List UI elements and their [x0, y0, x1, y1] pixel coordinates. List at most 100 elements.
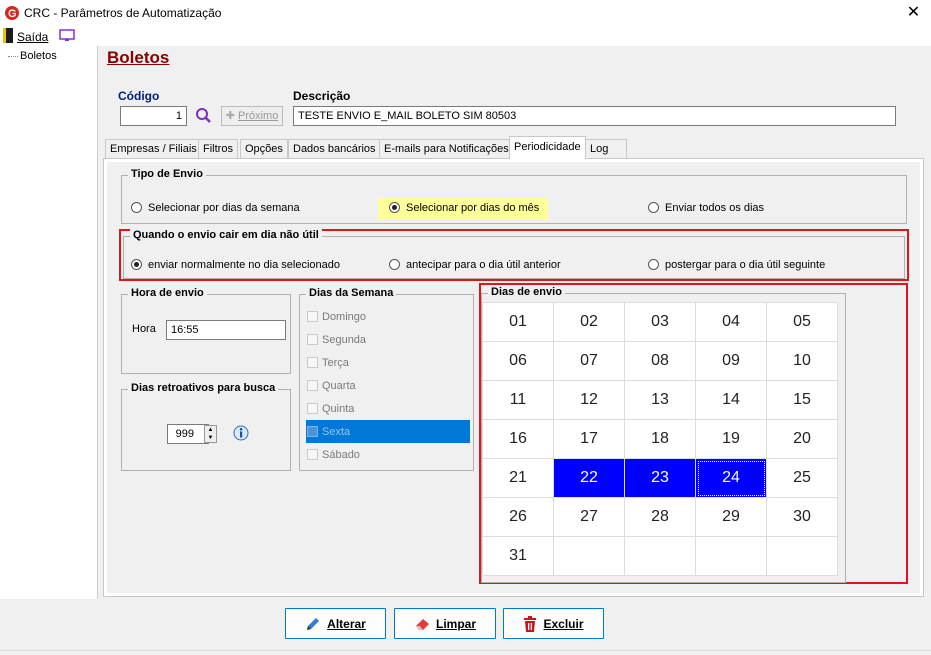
checkbox-label: Quinta [322, 403, 355, 415]
day-cell-07[interactable]: 07 [554, 342, 625, 381]
checkbox-domingo[interactable]: Domingo [307, 311, 366, 323]
day-cell-25[interactable]: 25 [767, 459, 838, 498]
limpar-label: Limpar [435, 616, 476, 631]
hora-envio-title: Hora de envio [128, 287, 207, 299]
info-icon[interactable] [233, 425, 249, 441]
day-cell-22[interactable]: 22 [554, 459, 625, 498]
radio-label: Selecionar por dias da semana [148, 202, 300, 214]
day-cell-14[interactable]: 14 [696, 381, 767, 420]
tree-item-boletos[interactable]: Boletos [20, 50, 57, 62]
day-cell-08[interactable]: 08 [625, 342, 696, 381]
day-cell-12[interactable]: 12 [554, 381, 625, 420]
code-input[interactable]: 1 [120, 106, 187, 126]
radio-label: antecipar para o dia útil anterior [406, 259, 561, 271]
radio-label: postergar para o dia útil seguinte [665, 259, 826, 271]
checkbox-label: Sábado [322, 449, 360, 461]
spinner-button[interactable]: ▲ ▼ [204, 425, 217, 443]
radio-dias-semana[interactable]: Selecionar por dias da semana [131, 202, 300, 214]
search-icon[interactable] [194, 107, 214, 125]
checkbox-sabado[interactable]: Sábado [307, 449, 360, 461]
day-cell-05[interactable]: 05 [767, 303, 838, 342]
day-cell-30[interactable]: 30 [767, 498, 838, 537]
description-input[interactable]: TESTE ENVIO E_MAIL BOLETO SIM 80503 [293, 106, 896, 126]
alterar-button[interactable]: Alterar [285, 608, 386, 639]
app-logo-icon: G [5, 6, 19, 20]
radio-todos-dias[interactable]: Enviar todos os dias [648, 202, 764, 214]
radio-antecipar[interactable]: antecipar para o dia útil anterior [389, 259, 561, 271]
checkbox-terca[interactable]: Terça [307, 357, 349, 369]
radio-dias-mes[interactable]: Selecionar por dias do mês [389, 202, 539, 214]
checkbox-quinta[interactable]: Quinta [307, 403, 354, 415]
day-cell-23[interactable]: 23 [625, 459, 696, 498]
svg-text:G: G [8, 8, 17, 20]
tab-opcoes[interactable]: Opções [240, 139, 288, 158]
hora-label: Hora [132, 323, 156, 335]
day-cell-15[interactable]: 15 [767, 381, 838, 420]
day-cell-16[interactable]: 16 [483, 420, 554, 459]
checkbox-box [307, 403, 318, 414]
tree-connector [8, 56, 18, 57]
tab-emails-notificacoes[interactable]: E-mails para Notificações [379, 139, 514, 158]
tab-log[interactable]: Log [585, 139, 627, 158]
day-cell-20[interactable]: 20 [767, 420, 838, 459]
day-cell-31[interactable]: 31 [483, 537, 554, 576]
exit-door-icon[interactable] [3, 28, 13, 43]
hora-input[interactable]: 16:55 [166, 320, 286, 340]
checkbox-box [307, 449, 318, 460]
radio-dot [648, 202, 659, 213]
checkbox-segunda[interactable]: Segunda [307, 334, 366, 346]
menu-bar: Saída [0, 27, 931, 46]
radio-dot-selected [389, 202, 400, 213]
day-cell-29[interactable]: 29 [696, 498, 767, 537]
day-cell-19[interactable]: 19 [696, 420, 767, 459]
checkbox-box [307, 357, 318, 368]
tab-dados-bancarios[interactable]: Dados bancários [288, 139, 381, 158]
day-cell-27[interactable]: 27 [554, 498, 625, 537]
excluir-button[interactable]: Excluir [503, 608, 604, 639]
day-cell-09[interactable]: 09 [696, 342, 767, 381]
limpar-button[interactable]: Limpar [394, 608, 496, 639]
radio-label: enviar normalmente no dia selecionado [148, 259, 341, 271]
next-button-label: Próximo [237, 110, 279, 122]
checkbox-box [307, 380, 318, 391]
day-cell-02[interactable]: 02 [554, 303, 625, 342]
day-cell-28[interactable]: 28 [625, 498, 696, 537]
next-button[interactable]: ✚ Próximo [221, 106, 283, 126]
tab-empresas-filiais[interactable]: Empresas / Filiais [105, 139, 202, 158]
checkbox-label: Segunda [322, 334, 367, 346]
dias-envio-title: Dias de envio [488, 286, 565, 298]
radio-dot [648, 259, 659, 270]
dias-retroativos-input[interactable]: 999 [167, 424, 209, 444]
checkbox-sexta[interactable]: Sexta [307, 426, 350, 438]
day-cell-06[interactable]: 06 [483, 342, 554, 381]
menu-exit-label: Saída [17, 30, 49, 44]
spin-up-icon[interactable]: ▲ [205, 426, 216, 434]
tipo-envio-title: Tipo de Envio [128, 168, 206, 180]
monitor-icon[interactable] [59, 29, 75, 42]
day-cell-03[interactable]: 03 [625, 303, 696, 342]
radio-enviar-normalmente[interactable]: enviar normalmente no dia selecionado [131, 259, 340, 271]
day-cell-01[interactable]: 01 [483, 303, 554, 342]
checkbox-quarta[interactable]: Quarta [307, 380, 356, 392]
day-cell-11[interactable]: 11 [483, 381, 554, 420]
spin-down-icon[interactable]: ▼ [205, 434, 216, 442]
day-cell-17[interactable]: 17 [554, 420, 625, 459]
close-button[interactable]: ✕ [896, 0, 931, 27]
day-cell-18[interactable]: 18 [625, 420, 696, 459]
day-cell-26[interactable]: 26 [483, 498, 554, 537]
checkbox-label: Terça [322, 357, 349, 369]
day-cell-10[interactable]: 10 [767, 342, 838, 381]
description-label: Descrição [293, 89, 351, 103]
menu-exit[interactable]: Saída [17, 30, 48, 44]
tab-periodicidade[interactable]: Periodicidade [509, 136, 586, 159]
radio-label: Selecionar por dias do mês [406, 202, 540, 214]
day-cell-04[interactable]: 04 [696, 303, 767, 342]
day-cell-21[interactable]: 21 [483, 459, 554, 498]
day-cell-13[interactable]: 13 [625, 381, 696, 420]
radio-postergar[interactable]: postergar para o dia útil seguinte [648, 259, 825, 271]
day-cell-24[interactable]: 24 [696, 459, 767, 498]
radio-dot-selected [131, 259, 142, 270]
tab-filtros[interactable]: Filtros [198, 139, 238, 158]
radio-dot [131, 202, 142, 213]
day-cell-empty [767, 537, 838, 576]
